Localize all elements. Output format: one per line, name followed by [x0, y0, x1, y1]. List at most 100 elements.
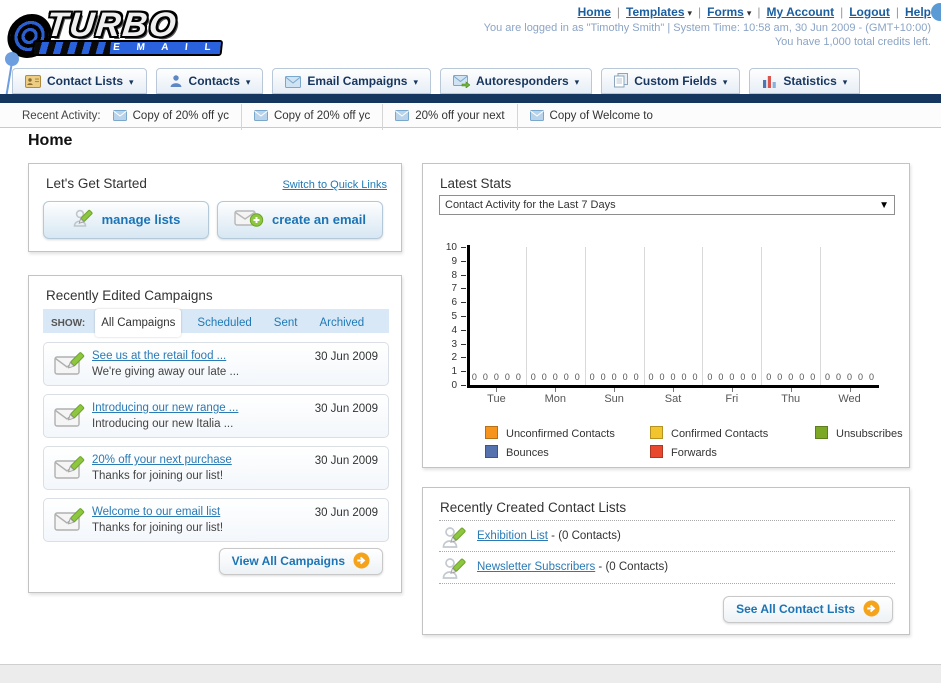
chart-legend: Unconfirmed Contacts Confirmed Contacts Un…	[485, 426, 941, 459]
page: { "header": { "logo_line1": "TURBO", "lo…	[0, 0, 941, 683]
y-axis-tick	[461, 357, 466, 359]
nav-link-help[interactable]: Help	[905, 5, 931, 19]
recent-activity-item[interactable]: 20% off your next	[395, 104, 518, 130]
see-all-contact-lists-button[interactable]: See All Contact Lists	[723, 596, 893, 623]
tab-label: Autoresponders	[475, 74, 569, 88]
nav-link-home[interactable]: Home	[578, 5, 611, 19]
footer-strip	[0, 664, 941, 683]
get-started-panel: Let's Get Started Switch to Quick Links …	[28, 163, 402, 252]
view-all-campaigns-label: View All Campaigns	[231, 554, 345, 568]
recent-activity-item-label: Copy of Welcome to	[549, 110, 653, 122]
legend-swatch	[650, 426, 663, 439]
contact-list-count: - (0 Contacts)	[595, 561, 669, 573]
view-all-campaigns-button[interactable]: View All Campaigns	[218, 548, 383, 575]
logo-bar: E M A I L	[31, 40, 224, 56]
bar-value-label: 0	[504, 372, 510, 382]
campaign-row[interactable]: See us at the retail food ... We're givin…	[43, 342, 389, 386]
switch-to-quick-links-link[interactable]: Switch to Quick Links	[282, 179, 387, 191]
campaign-title-link[interactable]: 20% off your next purchase	[92, 454, 232, 466]
stats-period-dropdown[interactable]: Contact Activity for the Last 7 Days ▼	[439, 195, 895, 215]
recent-activity-item[interactable]: Copy of Welcome to	[529, 104, 665, 130]
bar-value-label: 0	[633, 372, 639, 382]
envelope-icon	[253, 106, 268, 130]
bar-value-label: 0	[707, 372, 713, 382]
turbo-email-logo[interactable]: TURBO E M A I L	[5, 6, 235, 58]
nav-link-my-account[interactable]: My Account	[767, 5, 835, 19]
contact-list-item[interactable]: Newsletter Subscribers - (0 Contacts)	[439, 552, 895, 584]
x-axis-label: Sat	[664, 393, 682, 405]
envelope-pencil-icon	[54, 507, 86, 538]
x-axis-tick	[790, 388, 792, 392]
chevron-down-icon: ▾	[746, 8, 752, 18]
recent-activity-item[interactable]: Copy of 20% off yc	[253, 104, 384, 130]
campaign-row[interactable]: 20% off your next purchase Thanks for joi…	[43, 446, 389, 490]
bar-value-label: 0	[530, 372, 536, 382]
bar-value-label: 0	[810, 372, 816, 382]
chevron-down-icon: ▾	[842, 77, 848, 87]
legend-swatch	[485, 445, 498, 458]
create-email-button[interactable]: create an email	[217, 201, 383, 239]
navbar-dark-strip	[0, 94, 941, 103]
nav-link-forms[interactable]: Forms	[707, 5, 744, 19]
create-email-label: create an email	[272, 212, 366, 227]
campaign-subtitle: We're giving away our late ...	[92, 366, 240, 378]
tab-email-campaigns[interactable]: Email Campaigns ▾	[272, 68, 431, 94]
header-nav: Home | Templates ▾ | Forms ▾ | My Account | Logout…	[578, 5, 931, 19]
bar-value-label: 0	[692, 372, 698, 382]
campaign-title-link[interactable]: See us at the retail food ...	[92, 350, 226, 362]
get-started-buttons: manage lists create an email	[43, 201, 391, 239]
campaign-title-link[interactable]: Welcome to our email list	[92, 506, 220, 518]
contact-list-count: - (0 Contacts)	[547, 530, 621, 542]
legend-swatch	[485, 426, 498, 439]
nav-link-logout[interactable]: Logout	[849, 5, 890, 19]
tab-custom-fields[interactable]: Custom Fields ▾	[601, 68, 741, 96]
filter-archived[interactable]: Archived	[313, 309, 370, 337]
latest-stats-panel: Latest Stats Contact Activity for the La…	[422, 163, 910, 468]
bar-value-label: 0	[869, 372, 875, 382]
campaign-subtitle: Introducing our new Italia ...	[92, 418, 234, 430]
campaigns-title: Recently Edited Campaigns	[46, 288, 213, 303]
contact-lists-body: Exhibition List - (0 Contacts) Newsletter…	[439, 520, 895, 584]
campaign-title-link[interactable]: Introducing our new range ...	[92, 402, 238, 414]
bar-value-label: 0	[740, 372, 746, 382]
x-axis-tick	[673, 388, 674, 392]
gridline	[525, 247, 527, 385]
contact-list-name-link[interactable]: Newsletter Subscribers	[477, 561, 595, 573]
documents-icon	[614, 72, 629, 96]
filter-scheduled[interactable]: Scheduled	[191, 309, 257, 337]
chevron-down-icon: ▾	[245, 77, 251, 87]
contact-list-item[interactable]: Exhibition List - (0 Contacts)	[439, 520, 895, 552]
x-axis-label: Wed	[838, 393, 861, 405]
legend-label: Unsubscribes	[836, 428, 903, 440]
gridline	[761, 247, 763, 385]
recent-activity-item[interactable]: Copy of 20% off yc	[112, 104, 242, 130]
show-label: SHOW:	[51, 318, 86, 329]
stats-period-value: Contact Activity for the Last 7 Days	[445, 199, 616, 211]
tab-contact-lists[interactable]: Contact Lists ▾	[12, 68, 147, 94]
tab-autoresponders[interactable]: Autoresponders ▾	[439, 68, 593, 94]
tab-contacts[interactable]: Contacts ▾	[155, 68, 264, 94]
page-title: Home	[28, 132, 73, 149]
recent-activity-items: Copy of 20% off yc Copy of 20% off yc 20% …	[101, 104, 665, 130]
manage-lists-button[interactable]: manage lists	[43, 201, 209, 239]
y-axis-tick-label: 5	[451, 311, 457, 322]
contact-list-name-link[interactable]: Exhibition List	[477, 530, 548, 542]
tab-statistics[interactable]: Statistics ▾	[749, 68, 861, 94]
contact-card-icon	[25, 72, 41, 96]
recent-activity-item-label: 20% off your next	[415, 110, 505, 122]
campaign-row[interactable]: Introducing our new range ... Introducing…	[43, 394, 389, 438]
y-axis-tick	[461, 316, 466, 317]
envelope-icon	[395, 106, 410, 130]
campaign-row[interactable]: Welcome to our email list Thanks for join…	[43, 498, 389, 542]
tab-label: Email Campaigns	[307, 74, 408, 88]
bar-value-label: 0	[825, 372, 831, 382]
filter-all-campaigns[interactable]: All Campaigns	[95, 309, 182, 337]
logo-email-text: E M A I L	[109, 42, 221, 54]
x-axis-label: Tue	[487, 393, 506, 405]
envelope-pencil-icon	[54, 351, 86, 382]
bar-value-label: 0	[718, 372, 724, 382]
x-axis-label: Sun	[604, 393, 624, 405]
filter-sent[interactable]: Sent	[268, 309, 304, 337]
nav-link-templates[interactable]: Templates	[626, 5, 684, 19]
x-axis-tick	[614, 388, 616, 392]
